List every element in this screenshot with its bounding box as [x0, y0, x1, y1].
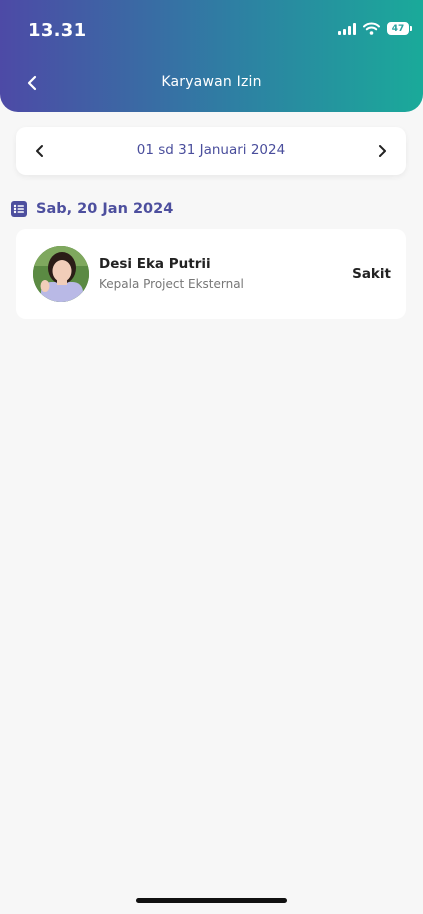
- chevron-right-icon: [379, 145, 386, 157]
- date-group-label: Sab, 20 Jan 2024: [36, 201, 174, 217]
- date-group-header: Sab, 20 Jan 2024: [10, 200, 173, 218]
- avatar: [33, 246, 89, 302]
- status-icons: 47: [338, 22, 412, 35]
- date-range-selector: 01 sd 31 Januari 2024: [16, 127, 406, 175]
- employee-leave-card[interactable]: Desi Eka Putrii Kepala Project Eksternal…: [16, 229, 406, 319]
- battery-icon: 47: [387, 22, 412, 35]
- status-time: 13.31: [28, 20, 87, 41]
- employee-name: Desi Eka Putrii: [99, 256, 211, 272]
- next-range-button[interactable]: [371, 140, 393, 162]
- page-title: Karyawan Izin: [161, 74, 262, 90]
- signal-icon: [338, 22, 356, 35]
- employee-role: Kepala Project Eksternal: [99, 277, 244, 291]
- date-range-label: 01 sd 31 Januari 2024: [136, 142, 286, 158]
- home-indicator[interactable]: [136, 898, 287, 903]
- calendar-list-icon: [11, 201, 27, 217]
- leave-status: Sakit: [352, 266, 391, 282]
- wifi-icon: [363, 22, 380, 35]
- app-header: 13.31 47 Karyawan Izin: [0, 0, 423, 112]
